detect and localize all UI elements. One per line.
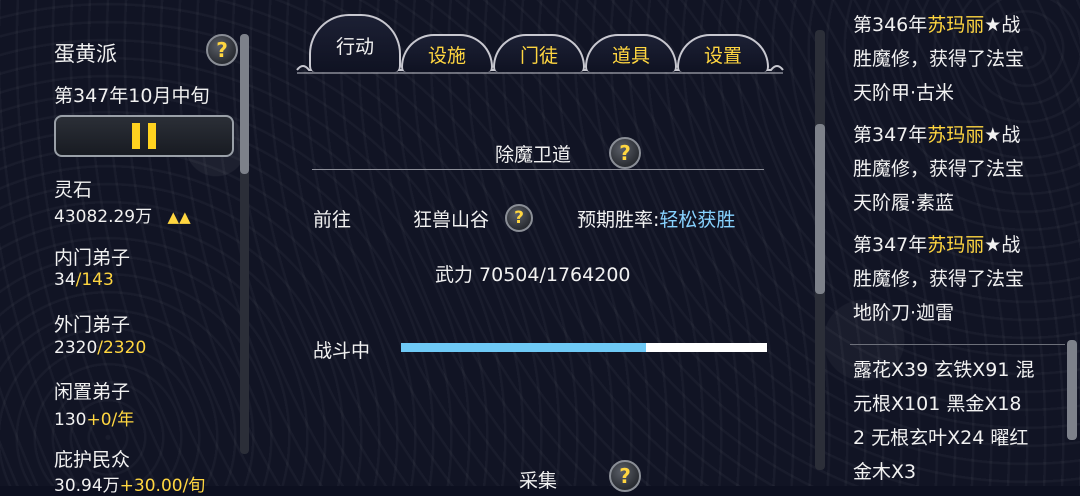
win-rate: 预期胜率:轻松获胜	[577, 205, 735, 232]
stat-value-idle: 130+0/年	[54, 405, 134, 430]
stat-rate: +0/年	[86, 410, 135, 430]
stat-label-lingshi: 灵石	[54, 179, 93, 201]
log-person[interactable]: 苏玛丽	[927, 124, 984, 146]
stat-value: 30.94万	[54, 476, 120, 496]
log-year: 第346年	[853, 14, 928, 36]
battle-progress-fill	[401, 343, 647, 352]
tab-settings[interactable]: 设置	[677, 34, 769, 72]
sect-name: 蛋黄派	[54, 42, 117, 66]
inventory-line: 露花X39 玄铁X91 混	[853, 359, 1035, 381]
stat-label-outer: 外门弟子	[54, 314, 131, 336]
log-scrollbar-thumb[interactable]	[815, 124, 825, 294]
help-icon[interactable]: ?	[206, 34, 238, 66]
event-log: 第346年苏玛丽★战 胜魔修，获得了法宝 天阶甲·古米 第347年苏玛丽★战 胜…	[842, 0, 1080, 486]
sidebar-scrollbar-thumb[interactable]	[240, 34, 249, 174]
divider	[312, 169, 764, 170]
mission-title: 除魔卫道	[495, 144, 572, 166]
stat-label-people: 庇护民众	[54, 449, 131, 471]
log-divider	[850, 344, 1065, 345]
stat-max: /2320	[97, 338, 147, 358]
stat-value: 34	[54, 270, 76, 290]
stat-value-people: 30.94万+30.00/旬	[54, 471, 205, 496]
tab-disciples[interactable]: 门徒	[493, 34, 585, 72]
next-mission-title: 采集	[519, 470, 558, 492]
tab-items[interactable]: 道具	[585, 34, 677, 72]
stat-value-inner: 34/143	[54, 270, 114, 290]
log-action: ★战	[984, 234, 1021, 256]
log-treasure[interactable]: 天阶履·素蓝	[853, 188, 954, 215]
stat-value-outer: 2320/2320	[54, 338, 146, 358]
stat-max: /143	[75, 270, 114, 290]
stat-value-lingshi: 43082.29万 ▲▲	[54, 202, 191, 227]
main-panel: 行动 设施 门徒 道具 设置 除魔卫道 ? 前往 狂兽山谷 ? 预期胜率:轻松获…	[295, 0, 790, 492]
inventory-line: 2 无根玄叶X24 曜红	[853, 427, 1029, 449]
log-entry-line: 胜魔修，获得了法宝	[853, 48, 1025, 70]
log-person[interactable]: 苏玛丽	[927, 14, 984, 36]
stat-value: 2320	[54, 338, 98, 358]
log-year: 第347年	[853, 124, 928, 146]
next-mission-help-icon[interactable]: ?	[609, 460, 641, 492]
tab-action[interactable]: 行动	[309, 14, 401, 72]
log-entry-line: 第347年苏玛丽★战	[853, 120, 1020, 147]
log-entry-line: 胜魔修，获得了法宝	[853, 268, 1025, 290]
up-arrows-icon: ▲▲	[167, 208, 191, 226]
mission-help-icon[interactable]: ?	[609, 137, 641, 169]
location-help-icon[interactable]: ?	[505, 204, 533, 232]
stat-label-idle: 闲置弟子	[54, 381, 131, 403]
game-date: 第347年10月中旬	[54, 85, 210, 107]
power-readout: 武力 70504/1764200	[435, 264, 631, 286]
tab-facilities[interactable]: 设施	[401, 34, 493, 72]
goto-label: 前往	[313, 209, 352, 231]
inventory-line: 金木X3	[853, 461, 917, 483]
log-action: ★战	[984, 124, 1021, 146]
log-year: 第347年	[853, 234, 928, 256]
stat-label-inner: 内门弟子	[54, 247, 131, 269]
log-treasure[interactable]: 地阶刀·迦雷	[853, 298, 954, 325]
win-rate-label: 预期胜率:	[577, 209, 660, 231]
pause-button[interactable]	[54, 115, 234, 157]
log-entry-line: 第346年苏玛丽★战	[853, 10, 1020, 37]
win-rate-value: 轻松获胜	[659, 209, 736, 231]
stat-rate: +30.00/旬	[119, 476, 206, 496]
log-entry-line: 第347年苏玛丽★战	[853, 230, 1020, 257]
battle-status: 战斗中	[313, 340, 371, 362]
stat-value: 43082.29万	[54, 207, 153, 227]
pause-icon	[132, 123, 140, 149]
location-name[interactable]: 狂兽山谷	[413, 205, 489, 232]
log-action: ★战	[984, 14, 1021, 36]
log-treasure[interactable]: 天阶甲·古米	[853, 78, 954, 105]
log-person[interactable]: 苏玛丽	[927, 234, 984, 256]
pause-icon-bar	[148, 123, 156, 149]
inventory-line: 元根X101 黑金X18	[853, 393, 1022, 415]
stat-value: 130	[54, 410, 87, 430]
inventory-scrollbar[interactable]	[1067, 340, 1077, 440]
sidebar: 蛋黄派 ? 第347年10月中旬 灵石 43082.29万 ▲▲ 内门弟子 34…	[0, 0, 250, 496]
log-entry-line: 胜魔修，获得了法宝	[853, 158, 1025, 180]
